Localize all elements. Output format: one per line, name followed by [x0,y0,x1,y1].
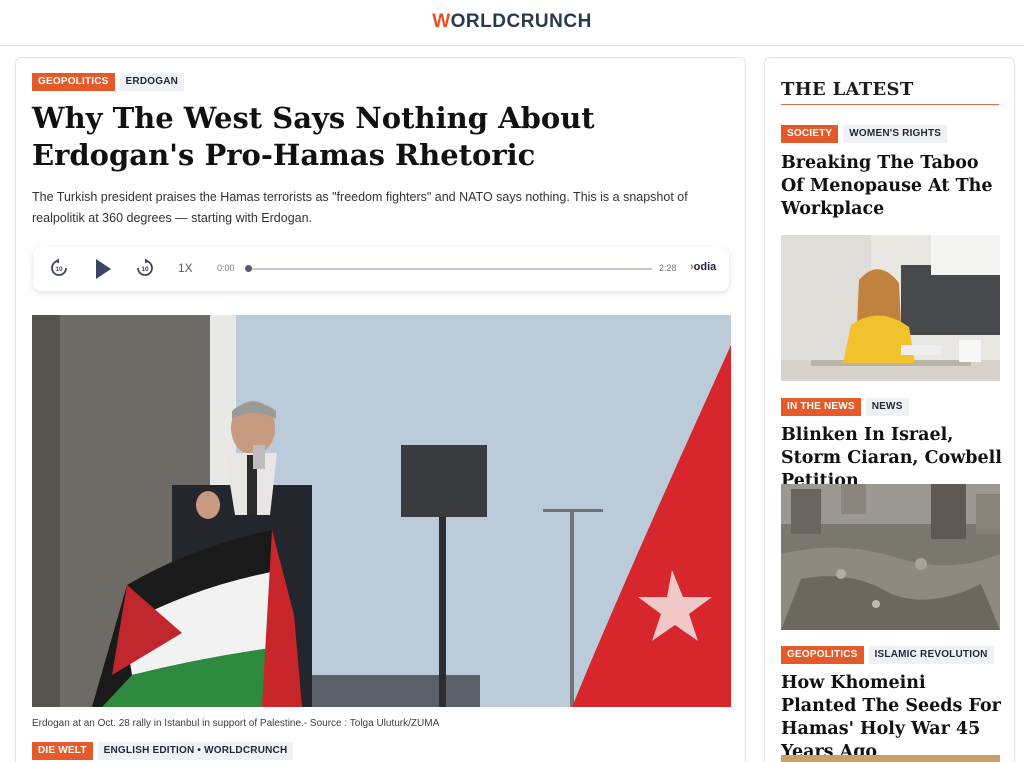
latest-item-1-illustration [781,235,1000,381]
latest-item-2-category[interactable]: IN THE NEWS [781,398,861,416]
latest-sidebar: THE LATEST SOCIETY WOMEN'S RIGHTS Breaki… [764,57,1015,762]
progress-track[interactable] [247,268,652,270]
latest-item-2-illustration [781,484,1000,630]
latest-item-3-title[interactable]: How Khomeini Planted The Seeds For Hamas… [781,672,1003,762]
hero-image [32,315,731,707]
latest-item-3-category[interactable]: GEOPOLITICS [781,646,864,664]
latest-heading: THE LATEST [781,79,999,105]
logo-wordmark: ORLDCRUNCH [450,11,592,32]
article-card: GEOPOLITICS ERDOGAN Why The West Says No… [15,57,746,762]
odia-brand-label: odia [693,261,717,273]
current-time: 0:00 [217,263,235,273]
latest-item-3-topic[interactable]: ISLAMIC REVOLUTION [868,646,994,664]
article-title: Why The West Says Nothing About Erdogan'… [32,101,595,172]
article-dek: The Turkish president praises the Hamas … [32,190,688,225]
latest-item-3-tags: GEOPOLITICS ISLAMIC REVOLUTION [781,646,994,664]
latest-item-2-thumbnail[interactable] [781,484,1000,630]
source-publication-tag[interactable]: DIE WELT [32,742,93,760]
source-edition-tag[interactable]: ENGLISH EDITION • WORLDCRUNCH [97,742,294,760]
site-logo[interactable]: WORLDCRUNCH [0,11,1024,33]
hero-caption: Erdogan at an Oct. 28 rally in Istanbul … [32,718,440,729]
odia-brand[interactable]: ›odia [690,261,716,273]
latest-item-1-topic[interactable]: WOMEN'S RIGHTS [843,125,948,143]
total-time: 2:28 [659,263,677,273]
progress-knob[interactable] [245,265,252,272]
latest-item-1-title[interactable]: Breaking The Taboo Of Menopause At The W… [781,152,1003,221]
latest-item-2-topic[interactable]: NEWS [865,398,909,416]
latest-item-1-category[interactable]: SOCIETY [781,125,839,143]
article-topic-tag[interactable]: ERDOGAN [119,73,185,91]
latest-item-2-tags: IN THE NEWS NEWS [781,398,909,416]
rewind-10-icon[interactable]: 10 [48,257,70,284]
play-icon[interactable] [93,258,113,285]
forward-10-icon[interactable]: 10 [134,257,156,284]
site-header: WORLDCRUNCH [0,0,1024,46]
latest-item-2-title[interactable]: Blinken In Israel, Storm Ciaran, Cowbell… [781,424,1003,493]
audio-player: 10 10 1X 0:00 2:28 ›odia [33,247,729,291]
logo-mark: W [432,11,451,32]
playback-speed-button[interactable]: 1X [178,261,193,275]
latest-item-1-tags: SOCIETY WOMEN'S RIGHTS [781,125,948,143]
latest-item-3-thumbnail[interactable] [781,755,1000,762]
article-source-tags: DIE WELT ENGLISH EDITION • WORLDCRUNCH [32,742,294,760]
article-category-tag[interactable]: GEOPOLITICS [32,73,115,91]
forward-seconds-label: 10 [141,266,149,273]
rewind-seconds-label: 10 [55,266,63,273]
hero-illustration [32,315,731,707]
article-tags: GEOPOLITICS ERDOGAN [32,73,185,91]
latest-item-1-thumbnail[interactable] [781,235,1000,381]
